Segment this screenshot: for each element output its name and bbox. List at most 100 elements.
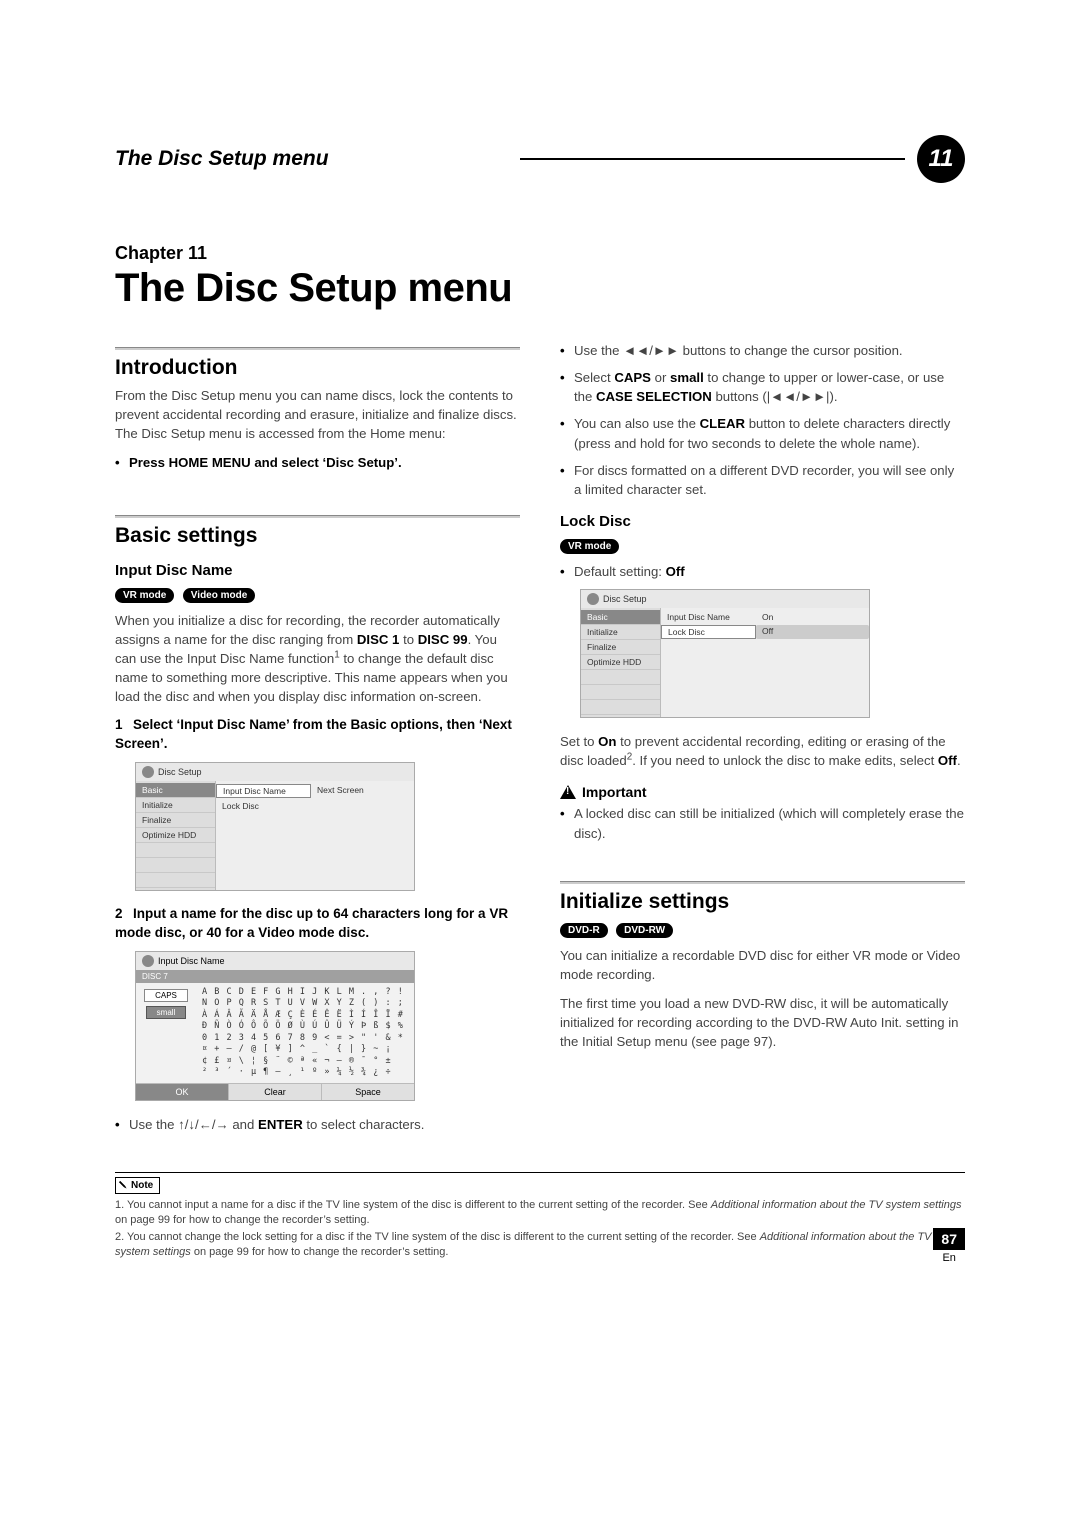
step-1: 1Select ‘Input Disc Name’ from the Basic… <box>115 716 520 754</box>
sidebar-item <box>581 670 660 685</box>
small-label: small <box>670 370 704 385</box>
video-mode-badge: Video mode <box>183 588 256 603</box>
limited-charset-bullet: • For discs formatted on a different DVD… <box>560 461 965 499</box>
text: Use the <box>129 1117 178 1132</box>
page: The Disc Setup menu 11 Chapter 11 The Di… <box>0 0 1080 1322</box>
left-column: Introduction From the Disc Setup menu yo… <box>115 341 520 1142</box>
text: You can also use the <box>574 416 700 431</box>
clear-bullet: • You can also use the CLEAR button to d… <box>560 414 965 452</box>
sidebar-item: Finalize <box>581 640 660 655</box>
clear-label: CLEAR <box>700 416 745 431</box>
text: Set to <box>560 734 598 749</box>
enter-label: ENTER <box>258 1117 303 1132</box>
char-row: À Á Â Ã Ä Å Æ Ç È É Ê Ë Ì Í Î Ï # <box>202 1010 408 1021</box>
option-off: Off <box>756 625 869 639</box>
option-input-disc-name: Input Disc Name <box>661 611 756 623</box>
section-rule <box>115 347 520 350</box>
section-rule <box>560 881 965 884</box>
sidebar-item <box>136 858 215 873</box>
dvd-r-badge: DVD-R <box>560 923 608 938</box>
text: Use the <box>574 343 623 358</box>
text: Select <box>574 370 614 385</box>
caps-label: CAPS <box>614 370 651 385</box>
char-row: Ð Ñ Ò Ó Ô Õ Ö Ø Ù Ú Û Ü Ý Þ ß $ % <box>202 1021 408 1032</box>
initialize-p1: You can initialize a recordable DVD disc… <box>560 946 965 984</box>
lock-disc-title: Lock Disc <box>560 513 965 530</box>
sidebar-item: Initialize <box>136 798 215 813</box>
arrow-icons: ↑/↓/←/→ <box>178 1117 229 1132</box>
disc-name-field: DISC 7 <box>136 970 414 983</box>
keyboard-bottom-row: OK Clear Space <box>136 1083 414 1100</box>
text: 1. You cannot input a name for a disc if… <box>115 1199 711 1211</box>
sidebar-item <box>136 843 215 858</box>
char-row: ² ³ ´ · µ ¶ – ¸ ¹ º » ¼ ½ ¾ ¿ ÷ <box>202 1067 408 1078</box>
input-name-screenshot: Input Disc Name DISC 7 CAPS small A B C … <box>135 951 415 1101</box>
char-row: A B C D E F G H I J K L M . , ? ! <box>202 987 408 998</box>
two-column-layout: Introduction From the Disc Setup menu yo… <box>115 341 965 1142</box>
footnote-1: 1. You cannot input a name for a disc if… <box>115 1198 965 1228</box>
text: 2. You cannot change the lock setting fo… <box>115 1231 760 1243</box>
chapter-number-badge: 11 <box>917 135 965 183</box>
page-number: 87 <box>933 1228 965 1250</box>
disc-icon <box>142 955 154 967</box>
option-on: On <box>756 611 869 623</box>
vr-mode-badge: VR mode <box>115 588 174 603</box>
seek-icons: ◄◄/►► <box>623 343 679 358</box>
caps-button: CAPS <box>144 989 188 1002</box>
input-disc-name-paragraph: When you initialize a disc for recording… <box>115 611 520 707</box>
disc-icon <box>142 766 154 778</box>
text: to <box>399 632 417 647</box>
disc-icon <box>587 593 599 605</box>
screenshot-title: Disc Setup <box>603 594 647 604</box>
section-rule <box>115 515 520 518</box>
character-grid: A B C D E F G H I J K L M . , ? ! N O P … <box>196 983 414 1083</box>
intro-bullet: • Press HOME MENU and select ‘Disc Setup… <box>115 453 520 472</box>
footnotes: Note 1. You cannot input a name for a di… <box>115 1172 965 1260</box>
text: A locked disc can still be initialized (… <box>574 804 965 842</box>
bullet-dot: • <box>115 1115 129 1134</box>
default-value: Off <box>666 564 685 579</box>
pencil-icon <box>116 1178 130 1192</box>
lock-disc-paragraph: Set to On to prevent accidental recordin… <box>560 732 965 770</box>
bullet-dot: • <box>115 453 129 472</box>
screenshot-sidebar: Basic Initialize Finalize Optimize HDD <box>581 608 661 717</box>
bullet-dot: • <box>560 341 574 360</box>
bullet-dot: • <box>560 562 574 581</box>
warning-icon <box>560 785 576 799</box>
text: and <box>229 1117 258 1132</box>
screenshot-title: Input Disc Name <box>158 956 225 966</box>
disc99-label: DISC 99 <box>418 632 468 647</box>
char-row: 0 1 2 3 4 5 6 7 8 9 < = > " ' & * <box>202 1033 408 1044</box>
on-label: On <box>598 734 616 749</box>
important-label: Important <box>582 784 647 800</box>
small-button: small <box>146 1006 187 1019</box>
screenshot-sidebar: Basic Initialize Finalize Optimize HDD <box>136 781 216 890</box>
disc-type-badges: DVD-R DVD-RW <box>560 920 965 938</box>
screenshot-titlebar: Disc Setup <box>136 763 414 781</box>
important-bullet: • A locked disc can still be initialized… <box>560 804 965 842</box>
text-italic: Additional information about the TV syst… <box>711 1199 962 1211</box>
dvd-rw-badge: DVD-RW <box>616 923 673 938</box>
bullet-dot: • <box>560 414 574 452</box>
step-2: 2Input a name for the disc up to 64 char… <box>115 905 520 943</box>
disc-setup-screenshot-1: Disc Setup Basic Initialize Finalize Opt… <box>135 762 415 891</box>
case-selector: CAPS small <box>136 983 196 1083</box>
caps-small-bullet: • Select CAPS or small to change to uppe… <box>560 368 965 406</box>
sidebar-item: Basic <box>581 610 660 625</box>
text: buttons to change the cursor position. <box>679 343 903 358</box>
use-arrows-bullet: • Use the ↑/↓/←/→ and ENTER to select ch… <box>115 1115 520 1134</box>
sidebar-item: Optimize HDD <box>136 828 215 843</box>
bullet-dot: • <box>560 804 574 842</box>
disc1-label: DISC 1 <box>357 632 400 647</box>
bullet-dot: • <box>560 368 574 406</box>
bullet-dot: • <box>560 461 574 499</box>
screenshot-options: Input Disc NameNext Screen Lock Disc <box>216 781 414 890</box>
initialize-p2: The first time you load a new DVD-RW dis… <box>560 994 965 1051</box>
intro-title: Introduction <box>115 356 520 380</box>
char-row: N O P Q R S T U V W X Y Z ( ) : ; <box>202 998 408 1009</box>
ok-button: OK <box>136 1084 229 1100</box>
cursor-bullet: • Use the ◄◄/►► buttons to change the cu… <box>560 341 965 360</box>
initialize-title: Initialize settings <box>560 890 965 914</box>
sidebar-item <box>581 700 660 715</box>
option-lock-disc: Lock Disc <box>661 625 756 639</box>
